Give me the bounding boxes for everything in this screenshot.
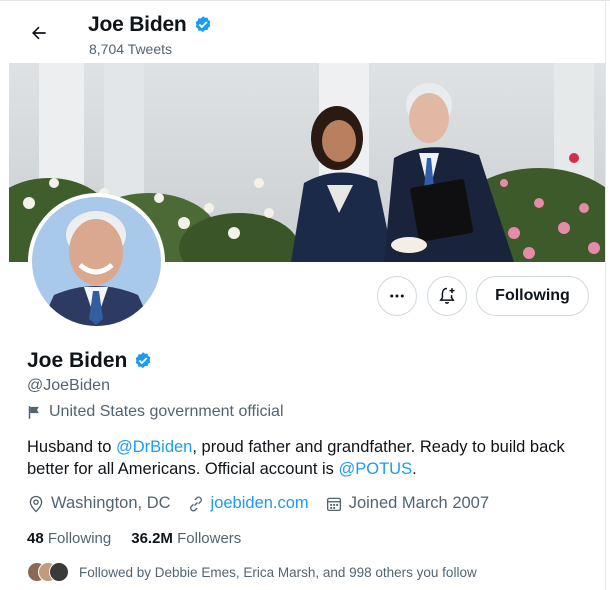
following-count: 48 [27,530,44,547]
bio-text: . [412,460,417,478]
bio-mention-drbiden[interactable]: @DrBiden [116,438,192,456]
arrow-left-icon [32,26,46,40]
website-item[interactable]: joebiden.com [187,494,309,513]
notifications-button[interactable] [427,276,467,316]
profile-meta: Washington, DC joebiden.com Joined March… [27,494,505,513]
following-button[interactable]: Following [476,276,589,316]
location-text: Washington, DC [51,494,171,512]
verified-badge-icon [195,16,210,33]
calendar-icon [326,497,341,511]
avatar [49,562,69,582]
followed-by-text: Followed by Debbie Emes, Erica Marsh, an… [79,564,477,580]
followed-by-row[interactable]: Followed by Debbie Emes, Erica Marsh, an… [27,562,477,582]
profile-handle: @JoeBiden [27,377,110,394]
header-name-text: Joe Biden [88,13,187,36]
following-stat[interactable]: 48 Following [27,530,111,547]
link-icon [189,496,202,511]
affiliation-text: United States government official [49,403,284,420]
joined-item: Joined March 2007 [325,494,489,513]
avatar-photo [32,197,161,326]
followers-stat-label: Followers [177,530,242,547]
back-button[interactable] [22,16,56,50]
flag-icon [28,405,39,419]
follower-avatars [27,562,69,582]
bell-plus-icon [439,287,455,304]
header-title: Joe Biden [88,13,213,37]
location-item: Washington, DC [27,494,171,513]
affiliation-label: United States government official [27,403,284,421]
followers-count: 36.2M [131,530,173,547]
location-pin-icon [29,495,43,512]
website-link[interactable]: joebiden.com [211,494,309,513]
following-stat-label: Following [47,530,112,547]
profile-avatar[interactable] [28,193,165,330]
profile-header: Joe Biden 8,704 Tweets [0,0,605,62]
joined-text: Joined March 2007 [348,494,490,512]
bio-mention-potus[interactable]: @POTUS [339,460,413,478]
profile-bio: Husband to @DrBiden, proud father and gr… [27,436,597,480]
more-horizontal-icon [390,294,404,298]
bio-text: Husband to [27,438,116,456]
verified-badge-icon [136,352,151,369]
followers-stat[interactable]: 36.2M Followers [131,530,241,547]
profile-name-text: Joe Biden [27,349,128,372]
divider [605,0,606,590]
follow-stats: 48 Following 36.2M Followers [27,530,241,547]
tweet-count: 8,704 Tweets [89,41,173,57]
more-button[interactable] [377,276,417,316]
profile-name: Joe Biden [27,349,153,373]
